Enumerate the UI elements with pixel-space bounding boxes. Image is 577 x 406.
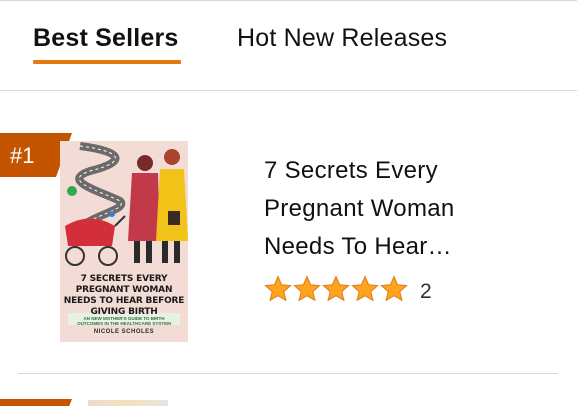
product-title-line: Needs To Hear…	[264, 233, 452, 260]
star-icon	[351, 275, 379, 302]
category-tabs: Best Sellers Hot New Releases	[0, 0, 577, 92]
star-icon	[264, 275, 292, 302]
tabs-divider	[0, 90, 577, 91]
next-rank-badge	[0, 396, 72, 406]
star-icon	[293, 275, 321, 302]
next-product-cover-image[interactable]	[88, 400, 168, 406]
item-divider	[18, 373, 558, 374]
active-tab-indicator	[33, 60, 181, 64]
product-cover-image[interactable]: 7 SECRETS EVERY PREGNANT WOMAN NEEDS TO …	[60, 141, 188, 342]
tab-best-sellers[interactable]: Best Sellers	[33, 24, 179, 53]
cover-subtitle-text: AN NEW MOTHER'S GUIDE TO BIRTH OUTCOMES …	[77, 316, 171, 326]
cover-title-text: 7 SECRETS EVERY PREGNANT WOMAN NEEDS TO …	[63, 274, 185, 317]
cover-author-text: NICOLE SCHOLES	[93, 329, 155, 335]
product-title-line: 7 Secrets Every	[264, 157, 438, 184]
next-rank-badge-shape	[0, 399, 72, 406]
star-icon	[322, 275, 350, 302]
star-rating[interactable]	[264, 275, 414, 303]
review-count[interactable]: 2	[420, 280, 432, 304]
tab-hot-new-releases[interactable]: Hot New Releases	[237, 24, 447, 53]
product-title-line: Pregnant Woman	[264, 195, 455, 222]
product-title-link[interactable]: 7 Secrets Every Pregnant Woman Needs To …	[264, 152, 544, 266]
rank-label: #1	[10, 143, 35, 168]
star-icon	[380, 275, 408, 302]
